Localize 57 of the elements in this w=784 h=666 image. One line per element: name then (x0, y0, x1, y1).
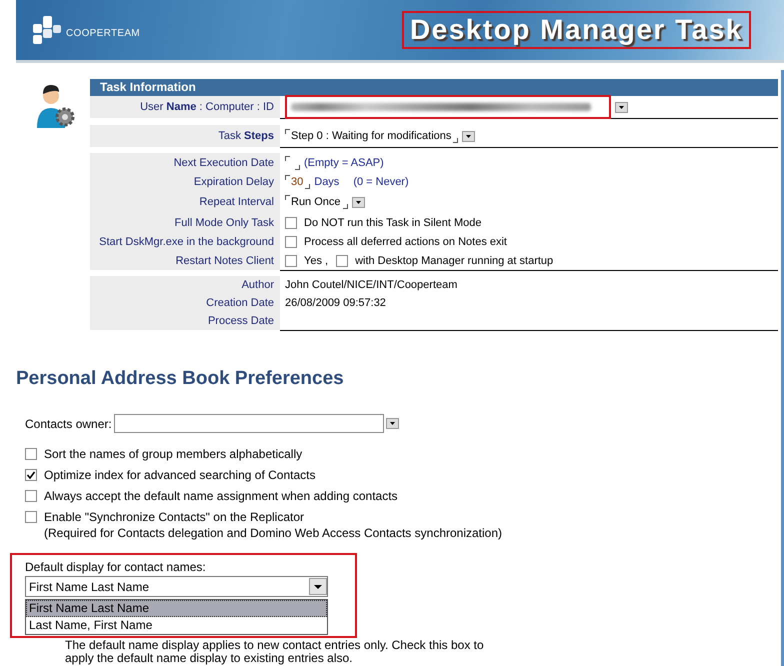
checkbox[interactable] (25, 448, 37, 460)
checkbox-label: Always accept the default name assignment when adding contacts (44, 489, 398, 503)
checkbox[interactable] (25, 511, 37, 523)
checkbox[interactable] (285, 216, 297, 228)
dropdown-option[interactable]: Last Name, First Name (26, 617, 327, 634)
field-label: Process Date (208, 315, 274, 327)
brand-name: COOPERTEAM (66, 28, 140, 38)
field-label: Creation Date (206, 297, 274, 309)
option-note: (Required for Contacts delegation and Domino Web Access Contacts synchronization) (44, 526, 502, 540)
select-field[interactable]: First Name Last Name (25, 576, 328, 597)
field-hint: Days (314, 176, 340, 188)
checkbox[interactable] (25, 490, 37, 502)
field-label: Default display for contact names: (25, 560, 207, 574)
dropdown-button[interactable] (615, 102, 628, 112)
checkbox[interactable] (25, 469, 37, 481)
select-field[interactable]: Run Once (285, 195, 348, 209)
field-hint: (0 = Never) (353, 176, 409, 188)
section-title: Personal Address Book Preferences (16, 368, 345, 390)
field-label: Repeat Interval (199, 196, 274, 208)
field-value: 26/08/2009 09:57:32 (285, 297, 386, 309)
page-title: Desktop Manager Task (410, 14, 743, 46)
checkbox[interactable] (336, 254, 348, 266)
field-label: User Name : Computer : ID (140, 101, 274, 113)
field-label: Restart Notes Client (176, 254, 274, 266)
field-label: Contacts owner: (25, 416, 112, 430)
user-gear-icon (35, 84, 75, 130)
checkbox-label: Enable "Synchronize Contacts" on the Replicator (44, 510, 304, 524)
field-label: Expiration Delay (194, 176, 274, 188)
checkbox-label: Process all deferred actions on Notes exit (304, 236, 507, 248)
panel-header: Task Information (90, 79, 778, 96)
checkbox-label: Do NOT run this Task in Silent Mode (304, 216, 482, 228)
checkbox-label: Yes , (304, 254, 328, 266)
field-label: Author (242, 279, 274, 291)
dropdown-button[interactable] (352, 196, 365, 208)
checkbox-label: Sort the names of group members alphabetically (44, 447, 302, 461)
dropdown-option[interactable]: First Name Last Name (26, 600, 327, 617)
help-text: The default name display applies to new contact entries only. Check this box to (65, 639, 485, 652)
input-field[interactable]: 30 (285, 174, 310, 188)
field-label: Next Execution Date (174, 156, 274, 168)
field-label: Task Steps (218, 130, 274, 142)
input-field[interactable] (114, 414, 384, 433)
dropdown-button[interactable] (386, 418, 399, 429)
field-label: Full Mode Only Task (174, 216, 274, 228)
checkbox-label: with Desktop Manager running at startup (355, 254, 554, 266)
help-text: apply the default name display to existing entries also. (65, 652, 354, 665)
checkbox-label: Optimize index for advanced searching of Contacts (44, 468, 316, 482)
user-field[interactable] (285, 95, 611, 119)
input-field[interactable] (285, 156, 300, 170)
field-label: Start DskMgr.exe in the background (99, 236, 274, 248)
dropdown-button[interactable] (462, 130, 476, 142)
dropdown-button[interactable] (309, 578, 327, 595)
field-value: John Coutel/NICE/INT/Cooperteam (285, 279, 458, 291)
logo-icon (32, 15, 62, 45)
field-hint: (Empty = ASAP) (304, 156, 384, 168)
checkbox[interactable] (285, 236, 297, 248)
checkbox[interactable] (285, 254, 297, 266)
select-field[interactable]: Step 0 : Waiting for modifications (285, 129, 458, 143)
